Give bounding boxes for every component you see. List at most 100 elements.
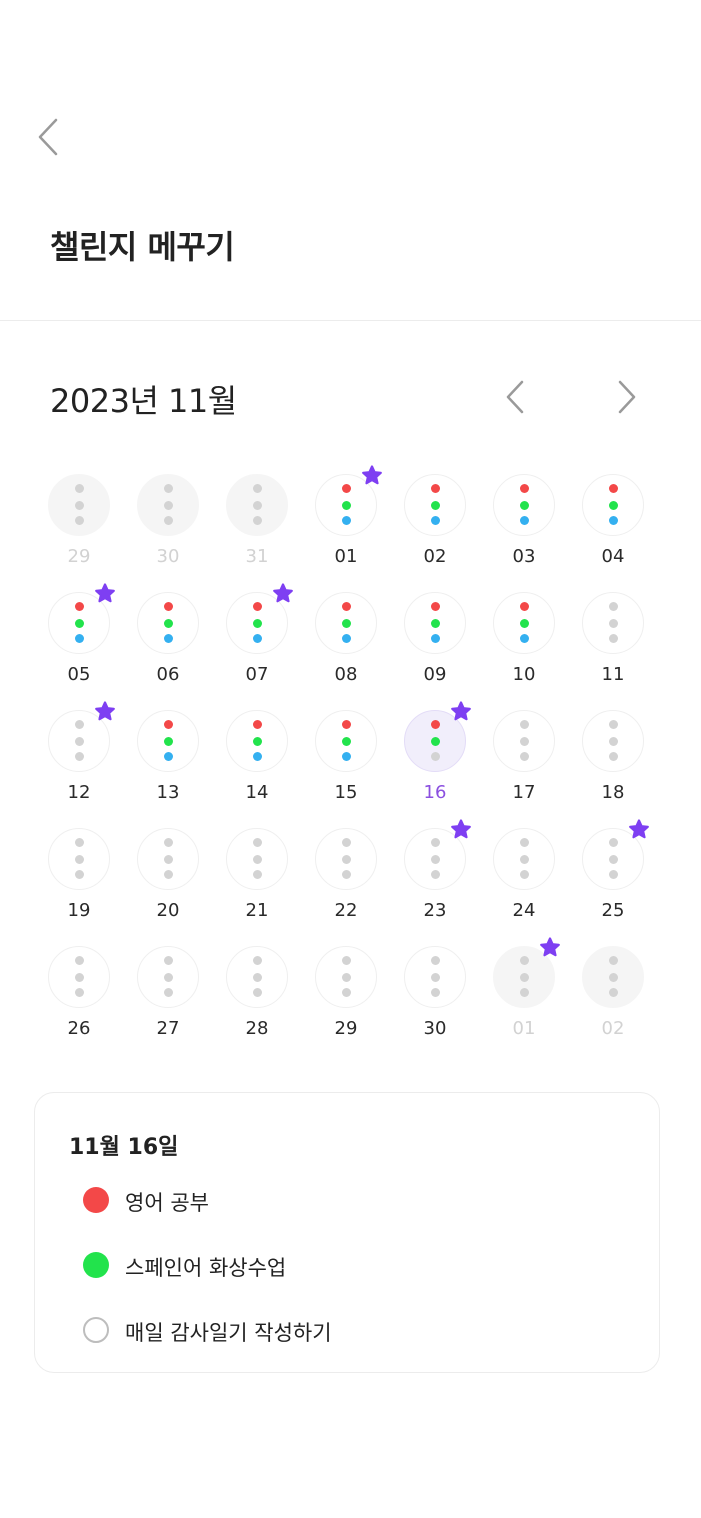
calendar-day[interactable]: 01 xyxy=(479,937,569,1056)
goal-label: 스페인어 화상수업 xyxy=(125,1256,287,1280)
goal-dot xyxy=(431,737,440,746)
goal-dot xyxy=(164,484,173,493)
goal-dot xyxy=(253,870,262,879)
goal-dot xyxy=(431,501,440,510)
goal-dot xyxy=(75,737,84,746)
calendar-day[interactable]: 24 xyxy=(479,828,569,938)
calendar-day[interactable]: 07 xyxy=(212,583,302,702)
day-progress-circle xyxy=(226,474,288,536)
calendar-day[interactable]: 26 xyxy=(34,946,124,1056)
day-progress-circle xyxy=(315,710,377,772)
day-number: 08 xyxy=(334,664,358,685)
calendar-day[interactable]: 11 xyxy=(568,592,658,702)
goal-dot xyxy=(164,516,173,525)
goal-dot xyxy=(75,752,84,761)
day-progress-circle xyxy=(48,828,110,890)
day-number: 27 xyxy=(156,1018,180,1039)
calendar-day[interactable]: 30 xyxy=(390,946,480,1056)
day-number: 20 xyxy=(156,900,180,921)
day-number: 29 xyxy=(67,546,91,567)
goal-dot xyxy=(253,988,262,997)
goal-dot xyxy=(75,602,84,611)
day-progress-circle xyxy=(315,946,377,1008)
chevron-right-icon xyxy=(618,380,636,414)
calendar-day[interactable]: 16 xyxy=(390,701,480,820)
goal-dot xyxy=(520,720,529,729)
goal-dot xyxy=(520,737,529,746)
calendar-day[interactable]: 09 xyxy=(390,592,480,702)
calendar-day[interactable]: 10 xyxy=(479,592,569,702)
back-button[interactable] xyxy=(30,114,70,160)
calendar-day[interactable]: 13 xyxy=(123,710,213,820)
goal-dot xyxy=(75,956,84,965)
day-number: 12 xyxy=(67,782,91,803)
goal-dot xyxy=(164,619,173,628)
calendar-day[interactable]: 23 xyxy=(390,819,480,938)
day-progress-circle xyxy=(48,474,110,536)
goal-dot xyxy=(520,870,529,879)
goal-dot xyxy=(253,720,262,729)
calendar-day[interactable]: 05 xyxy=(34,583,124,702)
goal-dot xyxy=(75,988,84,997)
goal-dot xyxy=(253,516,262,525)
calendar-day[interactable]: 25 xyxy=(568,819,658,938)
goal-dot xyxy=(164,988,173,997)
star-icon xyxy=(95,583,115,603)
day-progress-circle xyxy=(404,946,466,1008)
calendar-day[interactable]: 29 xyxy=(301,946,391,1056)
goal-dot xyxy=(253,619,262,628)
day-number: 28 xyxy=(245,1018,269,1039)
calendar-day[interactable]: 01 xyxy=(301,465,391,584)
calendar-day[interactable]: 02 xyxy=(568,946,658,1056)
day-progress-circle xyxy=(404,701,471,772)
calendar-day[interactable]: 12 xyxy=(34,701,124,820)
selected-date-label: 11월 16일 xyxy=(69,1135,179,1160)
goal-dot xyxy=(342,619,351,628)
day-number: 30 xyxy=(423,1018,447,1039)
calendar-day[interactable]: 28 xyxy=(212,946,302,1056)
day-progress-circle xyxy=(48,701,115,772)
goal-dot xyxy=(75,838,84,847)
goal-dot xyxy=(342,956,351,965)
day-number: 18 xyxy=(601,782,625,803)
day-progress-circle xyxy=(226,828,288,890)
calendar-day[interactable]: 02 xyxy=(390,474,480,584)
prev-month-button[interactable] xyxy=(494,374,540,420)
calendar-day[interactable]: 22 xyxy=(301,828,391,938)
day-detail-card: 11월 16일 영어 공부 스페인어 화상수업 매일 감사일기 작성하기 xyxy=(34,1092,660,1373)
goal-dot xyxy=(342,838,351,847)
star-icon xyxy=(95,701,115,721)
calendar-day[interactable]: 21 xyxy=(212,828,302,938)
goal-label: 매일 감사일기 작성하기 xyxy=(125,1321,332,1345)
star-icon xyxy=(540,937,560,957)
calendar-day[interactable]: 03 xyxy=(479,474,569,584)
goal-dot xyxy=(253,752,262,761)
calendar-day[interactable]: 15 xyxy=(301,710,391,820)
day-number: 03 xyxy=(512,546,536,567)
goal-dot xyxy=(342,870,351,879)
goal-dot xyxy=(431,752,440,761)
month-title: 2023년 11월 xyxy=(50,382,237,420)
next-month-button[interactable] xyxy=(604,374,650,420)
calendar-day[interactable]: 31 xyxy=(212,474,302,584)
day-progress-circle xyxy=(493,592,555,654)
day-number: 09 xyxy=(423,664,447,685)
goal-dot xyxy=(609,988,618,997)
goal-dot xyxy=(164,973,173,982)
goal-dot xyxy=(164,501,173,510)
calendar-day[interactable]: 29 xyxy=(34,474,124,584)
calendar-day[interactable]: 06 xyxy=(123,592,213,702)
calendar-day[interactable]: 04 xyxy=(568,474,658,584)
calendar-day[interactable]: 08 xyxy=(301,592,391,702)
goal-dot xyxy=(609,602,618,611)
calendar-day[interactable]: 17 xyxy=(479,710,569,820)
calendar-day[interactable]: 18 xyxy=(568,710,658,820)
goal-dot xyxy=(253,956,262,965)
calendar-day[interactable]: 27 xyxy=(123,946,213,1056)
goal-dot xyxy=(520,634,529,643)
calendar-day[interactable]: 20 xyxy=(123,828,213,938)
goal-dot xyxy=(609,516,618,525)
calendar-day[interactable]: 14 xyxy=(212,710,302,820)
calendar-day[interactable]: 30 xyxy=(123,474,213,584)
calendar-day[interactable]: 19 xyxy=(34,828,124,938)
